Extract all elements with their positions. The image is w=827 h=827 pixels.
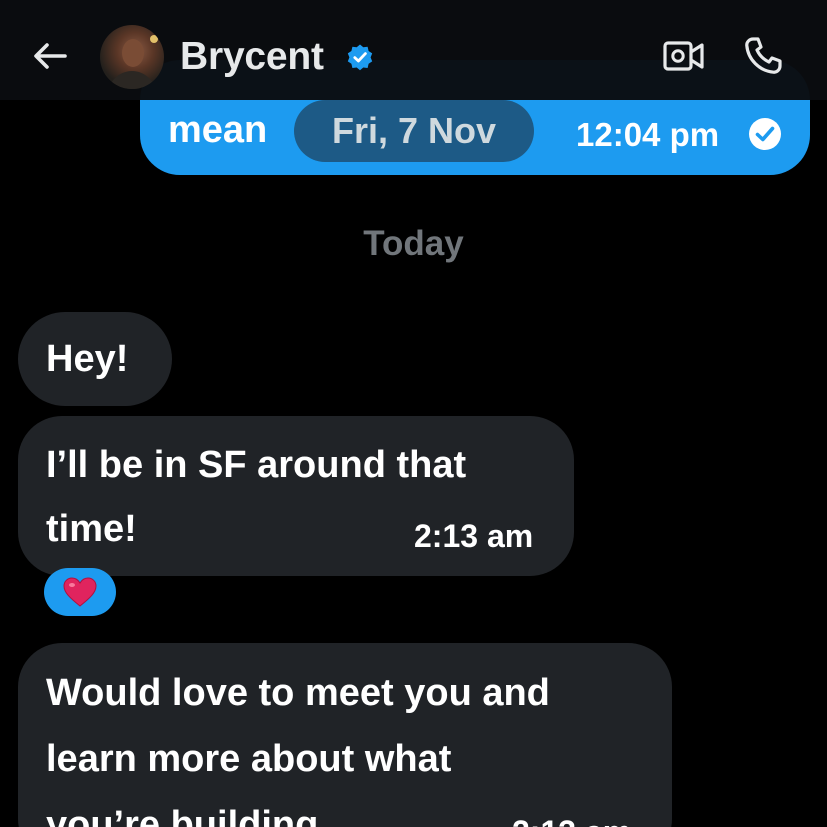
message-time: 2:13 am <box>512 811 631 827</box>
day-separator: Today <box>363 224 464 263</box>
heart-reaction-badge[interactable]: ❤️ <box>44 568 116 616</box>
contact-name[interactable]: Brycent <box>180 32 324 82</box>
conversation-header: Brycent <box>0 0 827 100</box>
message-text: I’ll be in SF around that <box>46 444 467 486</box>
dm-conversation-screen: mean Fri, 7 Nov 12:04 pm Brycent Today H… <box>0 0 827 827</box>
heart-icon <box>63 577 97 607</box>
phone-icon <box>745 37 782 74</box>
outgoing-message-text: mean <box>168 109 268 151</box>
message-text: time! <box>46 508 137 550</box>
back-button[interactable] <box>28 36 72 76</box>
message-text: Hey! <box>46 338 129 380</box>
message-text: Would love to meet you and <box>46 672 550 714</box>
outgoing-message-time: 12:04 pm <box>576 116 720 153</box>
floating-date-chip: Fri, 7 Nov <box>294 100 534 162</box>
verified-badge-icon <box>347 44 373 71</box>
voice-call-button[interactable] <box>740 34 786 78</box>
read-check-icon <box>749 118 781 150</box>
message-text: learn more about what <box>46 738 452 780</box>
video-call-button[interactable] <box>660 36 708 76</box>
contact-avatar[interactable] <box>100 25 164 89</box>
message-time: 2:13 am <box>414 518 534 554</box>
message-text: you’re building <box>46 804 319 827</box>
arrow-left-icon <box>34 43 67 69</box>
video-camera-icon <box>663 41 704 71</box>
